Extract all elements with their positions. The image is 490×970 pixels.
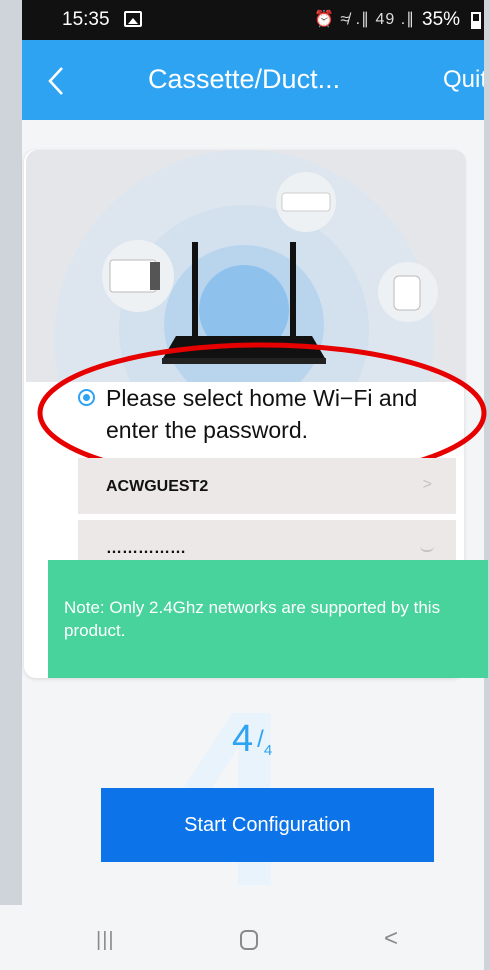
battery-icon: [471, 12, 481, 29]
system-nav-bar: ||| <: [0, 905, 462, 970]
gallery-icon: [124, 11, 142, 27]
wifi-ssid-field[interactable]: ACWGUEST2 >: [78, 458, 456, 514]
step-indicator: 4/4: [232, 718, 272, 761]
battery-percent: 35%: [422, 9, 461, 30]
step-total: 4: [263, 742, 273, 759]
wifi-ssid-value: ACWGUEST2: [106, 478, 209, 495]
page-title: Cassette/Duct...: [148, 64, 341, 94]
app-bar: Cassette/Duct... Quit: [22, 40, 484, 120]
chevron-right-icon[interactable]: >: [423, 476, 432, 494]
start-configuration-button[interactable]: Start Configuration: [101, 788, 434, 862]
status-bar: 15:35 ⏰ ≉ .∥ 49 .∥ 35%: [22, 0, 484, 40]
step-separator: /: [257, 726, 264, 753]
status-time: 15:35: [62, 9, 110, 30]
system-icons: ⏰ ≉ .∥ 49 .∥: [314, 11, 416, 28]
note-text: Note: Only 2.4Ghz networks are supported…: [64, 598, 441, 640]
step-current: 4: [232, 718, 254, 760]
wifi-password-value: ……………: [106, 540, 186, 557]
back-icon[interactable]: <: [384, 925, 398, 953]
recents-icon[interactable]: |||: [96, 929, 115, 952]
quit-button[interactable]: Quit: [443, 66, 484, 94]
home-icon[interactable]: [240, 930, 258, 950]
frame-left: [0, 0, 22, 970]
chevron-left-icon[interactable]: [42, 64, 72, 98]
eye-closed-icon[interactable]: [420, 546, 434, 552]
